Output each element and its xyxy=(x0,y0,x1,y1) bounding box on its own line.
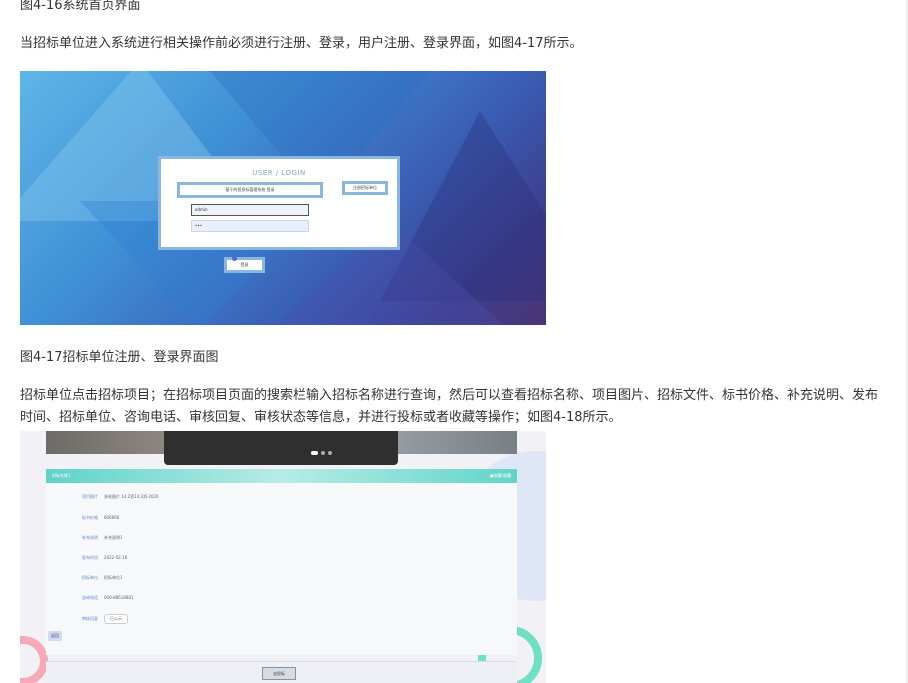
detail-key: 咨询电话 xyxy=(82,595,98,600)
detail-value: 000-88618881 xyxy=(104,595,134,600)
detail-value: 多轮图片 14.2资14.2资·2020 xyxy=(104,494,159,499)
detail-row: 标书价格 666666 xyxy=(68,515,119,521)
detail-row: 审核回复 已公示 xyxy=(68,614,128,624)
detail-key: 补充说明 xyxy=(82,535,98,540)
figure-4-18-detail-screenshot: 招标名称1 ●收藏(收藏 项目图片 多轮图片 14.2资14.2资·2020 标书… xyxy=(20,431,546,683)
cursor-marker xyxy=(232,256,237,261)
detail-row: 补充说明 补充说明1 xyxy=(68,535,123,541)
carousel-image-center xyxy=(164,431,398,465)
back-button[interactable]: 返回 xyxy=(48,631,62,641)
login-title: USER / LOGIN xyxy=(252,169,306,177)
login-card: USER / LOGIN 基于的招投标管理系统 登录 admin ••• xyxy=(158,156,400,250)
detail-row: 项目图片 多轮图片 14.2资14.2资·2020 xyxy=(68,494,159,500)
detail-panel-title: 招标名称1 xyxy=(52,473,71,478)
login-button[interactable]: 登录 xyxy=(224,257,265,273)
username-field[interactable]: admin xyxy=(191,204,309,216)
carousel-pager[interactable] xyxy=(311,451,332,455)
favorite-link[interactable]: ●收藏(收藏 xyxy=(490,469,511,483)
bid-button[interactable]: 去投标 xyxy=(262,667,296,680)
register-unit-button[interactable]: 注册招标单位 xyxy=(342,181,388,195)
detail-key: 招标单位 xyxy=(82,575,98,580)
figure-4-17-caption: 图4-17招标单位注册、登录界面图 xyxy=(20,350,219,365)
detail-key: 项目图片 xyxy=(82,494,98,499)
detail-key: 审核回复 xyxy=(82,616,98,621)
body-paragraph: 招标单位点击招标项目；在招标项目页面的搜索栏输入招标名称进行查询，然后可以查看招… xyxy=(20,388,879,425)
detail-value: 666666 xyxy=(104,515,120,520)
action-bar: 去投标 xyxy=(46,661,517,683)
figure-4-17-login-screenshot: USER / LOGIN 基于的招投标管理系统 登录 admin ••• 注册招… xyxy=(20,71,546,325)
detail-value: 招标单位1 xyxy=(104,575,123,580)
detail-panel: 招标名称1 ●收藏(收藏 项目图片 多轮图片 14.2资14.2资·2020 标书… xyxy=(46,469,517,655)
detail-value: 补充说明1 xyxy=(104,535,123,540)
status-badge: 已公示 xyxy=(104,614,128,624)
detail-row: 招标单位 招标单位1 xyxy=(68,575,123,581)
detail-key: 发布时间 xyxy=(82,555,98,560)
intro-paragraph: 当招标单位进入系统进行相关操作前必须进行注册、登录，用户注册、登录界面，如图4-… xyxy=(20,36,583,51)
carousel-image[interactable] xyxy=(46,431,517,465)
detail-key: 标书价格 xyxy=(82,515,98,520)
figure-4-16-caption: 图4-16系统首页界面 xyxy=(20,0,141,13)
detail-row: 发布时间 2022-02-16 xyxy=(68,555,127,561)
detail-row: 咨询电话 000-88618881 xyxy=(68,595,133,601)
detail-panel-header: 招标名称1 ●收藏(收藏 xyxy=(46,469,517,483)
password-field[interactable]: ••• xyxy=(191,220,309,232)
decor-ring xyxy=(20,636,48,683)
system-name-bar: 基于的招投标管理系统 登录 xyxy=(177,182,323,198)
detail-value: 2022-02-16 xyxy=(104,555,128,560)
